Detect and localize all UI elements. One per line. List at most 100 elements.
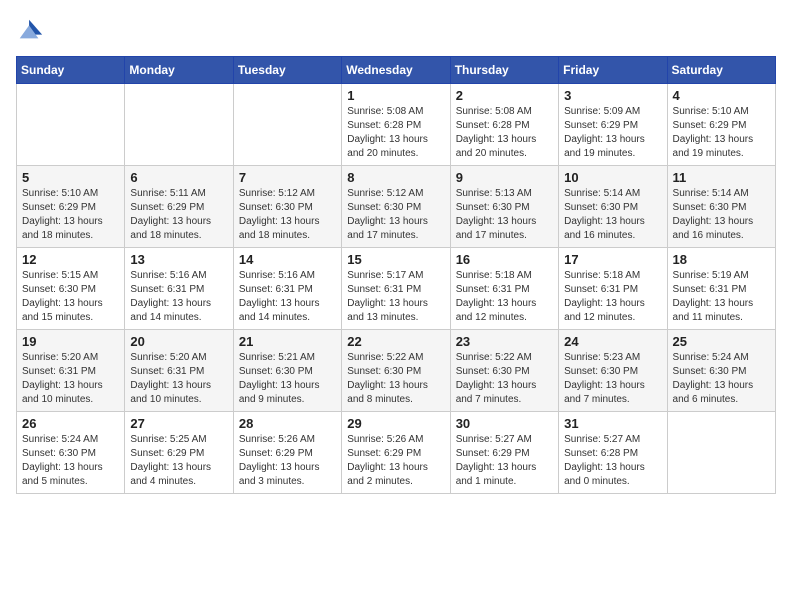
day-info: Sunrise: 5:27 AM Sunset: 6:28 PM Dayligh…	[564, 433, 661, 489]
day-number: 18	[673, 252, 770, 267]
day-info: Sunrise: 5:27 AM Sunset: 6:29 PM Dayligh…	[456, 433, 553, 489]
day-info: Sunrise: 5:26 AM Sunset: 6:29 PM Dayligh…	[239, 433, 336, 489]
day-number: 7	[239, 170, 336, 185]
day-number: 11	[673, 170, 770, 185]
day-number: 3	[564, 88, 661, 103]
day-number: 27	[130, 416, 227, 431]
day-info: Sunrise: 5:18 AM Sunset: 6:31 PM Dayligh…	[456, 269, 553, 325]
calendar-cell: 25 Sunrise: 5:24 AM Sunset: 6:30 PM Dayli…	[667, 330, 775, 412]
day-info: Sunrise: 5:21 AM Sunset: 6:30 PM Dayligh…	[239, 351, 336, 407]
day-number: 5	[22, 170, 119, 185]
day-info: Sunrise: 5:12 AM Sunset: 6:30 PM Dayligh…	[239, 187, 336, 243]
day-number: 28	[239, 416, 336, 431]
day-info: Sunrise: 5:25 AM Sunset: 6:29 PM Dayligh…	[130, 433, 227, 489]
day-info: Sunrise: 5:18 AM Sunset: 6:31 PM Dayligh…	[564, 269, 661, 325]
calendar-cell: 17 Sunrise: 5:18 AM Sunset: 6:31 PM Dayli…	[559, 248, 667, 330]
calendar-cell: 28 Sunrise: 5:26 AM Sunset: 6:29 PM Dayli…	[233, 412, 341, 494]
calendar-cell: 13 Sunrise: 5:16 AM Sunset: 6:31 PM Dayli…	[125, 248, 233, 330]
calendar-cell: 29 Sunrise: 5:26 AM Sunset: 6:29 PM Dayli…	[342, 412, 450, 494]
day-info: Sunrise: 5:24 AM Sunset: 6:30 PM Dayligh…	[22, 433, 119, 489]
day-number: 26	[22, 416, 119, 431]
day-number: 25	[673, 334, 770, 349]
day-number: 1	[347, 88, 444, 103]
calendar-cell: 21Sunrise: 5:21 AM Sunset: 6:30 PM Dayli…	[233, 330, 341, 412]
weekday-header: Thursday	[450, 57, 558, 84]
calendar-cell: 14 Sunrise: 5:16 AM Sunset: 6:31 PM Dayli…	[233, 248, 341, 330]
calendar-cell: 9 Sunrise: 5:13 AM Sunset: 6:30 PM Daylig…	[450, 166, 558, 248]
day-number: 29	[347, 416, 444, 431]
day-info: Sunrise: 5:11 AM Sunset: 6:29 PM Dayligh…	[130, 187, 227, 243]
calendar-cell: 11 Sunrise: 5:14 AM Sunset: 6:30 PM Dayli…	[667, 166, 775, 248]
calendar-cell: 15Sunrise: 5:17 AM Sunset: 6:31 PM Dayli…	[342, 248, 450, 330]
day-info: Sunrise: 5:20 AM Sunset: 6:31 PM Dayligh…	[130, 351, 227, 407]
day-info: Sunrise: 5:17 AM Sunset: 6:31 PM Dayligh…	[347, 269, 444, 325]
weekday-header: Monday	[125, 57, 233, 84]
calendar-cell: 4 Sunrise: 5:10 AM Sunset: 6:29 PM Daylig…	[667, 84, 775, 166]
calendar-cell: 22 Sunrise: 5:22 AM Sunset: 6:30 PM Dayli…	[342, 330, 450, 412]
day-info: Sunrise: 5:26 AM Sunset: 6:29 PM Dayligh…	[347, 433, 444, 489]
day-number: 6	[130, 170, 227, 185]
day-number: 8	[347, 170, 444, 185]
calendar-cell: 30Sunrise: 5:27 AM Sunset: 6:29 PM Dayli…	[450, 412, 558, 494]
day-info: Sunrise: 5:24 AM Sunset: 6:30 PM Dayligh…	[673, 351, 770, 407]
calendar-cell: 6 Sunrise: 5:11 AM Sunset: 6:29 PM Daylig…	[125, 166, 233, 248]
day-number: 9	[456, 170, 553, 185]
calendar-cell: 31 Sunrise: 5:27 AM Sunset: 6:28 PM Dayli…	[559, 412, 667, 494]
weekday-header: Sunday	[17, 57, 125, 84]
day-info: Sunrise: 5:23 AM Sunset: 6:30 PM Dayligh…	[564, 351, 661, 407]
calendar-cell: 7 Sunrise: 5:12 AM Sunset: 6:30 PM Daylig…	[233, 166, 341, 248]
calendar-cell: 20 Sunrise: 5:20 AM Sunset: 6:31 PM Dayli…	[125, 330, 233, 412]
day-number: 19	[22, 334, 119, 349]
calendar-week-row: 1 Sunrise: 5:08 AM Sunset: 6:28 PM Daylig…	[17, 84, 776, 166]
day-info: Sunrise: 5:10 AM Sunset: 6:29 PM Dayligh…	[673, 105, 770, 161]
calendar-week-row: 5Sunrise: 5:10 AM Sunset: 6:29 PM Daylig…	[17, 166, 776, 248]
calendar-cell: 5Sunrise: 5:10 AM Sunset: 6:29 PM Daylig…	[17, 166, 125, 248]
day-info: Sunrise: 5:16 AM Sunset: 6:31 PM Dayligh…	[239, 269, 336, 325]
calendar-cell: 1Sunrise: 5:08 AM Sunset: 6:28 PM Daylig…	[342, 84, 450, 166]
day-info: Sunrise: 5:22 AM Sunset: 6:30 PM Dayligh…	[456, 351, 553, 407]
weekday-header: Tuesday	[233, 57, 341, 84]
calendar-cell: 18Sunrise: 5:19 AM Sunset: 6:31 PM Dayli…	[667, 248, 775, 330]
calendar-cell	[125, 84, 233, 166]
calendar-week-row: 19 Sunrise: 5:20 AM Sunset: 6:31 PM Dayli…	[17, 330, 776, 412]
calendar-cell	[667, 412, 775, 494]
day-info: Sunrise: 5:14 AM Sunset: 6:30 PM Dayligh…	[564, 187, 661, 243]
day-number: 20	[130, 334, 227, 349]
day-info: Sunrise: 5:08 AM Sunset: 6:28 PM Dayligh…	[456, 105, 553, 161]
day-number: 12	[22, 252, 119, 267]
calendar-week-row: 12 Sunrise: 5:15 AM Sunset: 6:30 PM Dayli…	[17, 248, 776, 330]
day-info: Sunrise: 5:12 AM Sunset: 6:30 PM Dayligh…	[347, 187, 444, 243]
day-number: 16	[456, 252, 553, 267]
day-number: 31	[564, 416, 661, 431]
calendar-cell: 2 Sunrise: 5:08 AM Sunset: 6:28 PM Daylig…	[450, 84, 558, 166]
day-info: Sunrise: 5:22 AM Sunset: 6:30 PM Dayligh…	[347, 351, 444, 407]
weekday-header: Saturday	[667, 57, 775, 84]
page-header	[16, 16, 776, 44]
day-number: 23	[456, 334, 553, 349]
day-number: 17	[564, 252, 661, 267]
day-number: 2	[456, 88, 553, 103]
logo	[16, 16, 50, 44]
calendar-cell: 19 Sunrise: 5:20 AM Sunset: 6:31 PM Dayli…	[17, 330, 125, 412]
calendar-cell	[233, 84, 341, 166]
day-info: Sunrise: 5:16 AM Sunset: 6:31 PM Dayligh…	[130, 269, 227, 325]
calendar-cell: 10 Sunrise: 5:14 AM Sunset: 6:30 PM Dayli…	[559, 166, 667, 248]
calendar-header-row: SundayMondayTuesdayWednesdayThursdayFrid…	[17, 57, 776, 84]
calendar-week-row: 26 Sunrise: 5:24 AM Sunset: 6:30 PM Dayli…	[17, 412, 776, 494]
day-number: 22	[347, 334, 444, 349]
day-number: 14	[239, 252, 336, 267]
day-info: Sunrise: 5:15 AM Sunset: 6:30 PM Dayligh…	[22, 269, 119, 325]
day-info: Sunrise: 5:13 AM Sunset: 6:30 PM Dayligh…	[456, 187, 553, 243]
day-number: 10	[564, 170, 661, 185]
day-number: 4	[673, 88, 770, 103]
day-number: 24	[564, 334, 661, 349]
day-number: 13	[130, 252, 227, 267]
day-info: Sunrise: 5:14 AM Sunset: 6:30 PM Dayligh…	[673, 187, 770, 243]
calendar-cell: 12 Sunrise: 5:15 AM Sunset: 6:30 PM Dayli…	[17, 248, 125, 330]
day-info: Sunrise: 5:20 AM Sunset: 6:31 PM Dayligh…	[22, 351, 119, 407]
calendar-cell: 3Sunrise: 5:09 AM Sunset: 6:29 PM Daylig…	[559, 84, 667, 166]
calendar-cell: 8 Sunrise: 5:12 AM Sunset: 6:30 PM Daylig…	[342, 166, 450, 248]
weekday-header: Friday	[559, 57, 667, 84]
calendar-table: SundayMondayTuesdayWednesdayThursdayFrid…	[16, 56, 776, 494]
calendar-cell: 24 Sunrise: 5:23 AM Sunset: 6:30 PM Dayli…	[559, 330, 667, 412]
